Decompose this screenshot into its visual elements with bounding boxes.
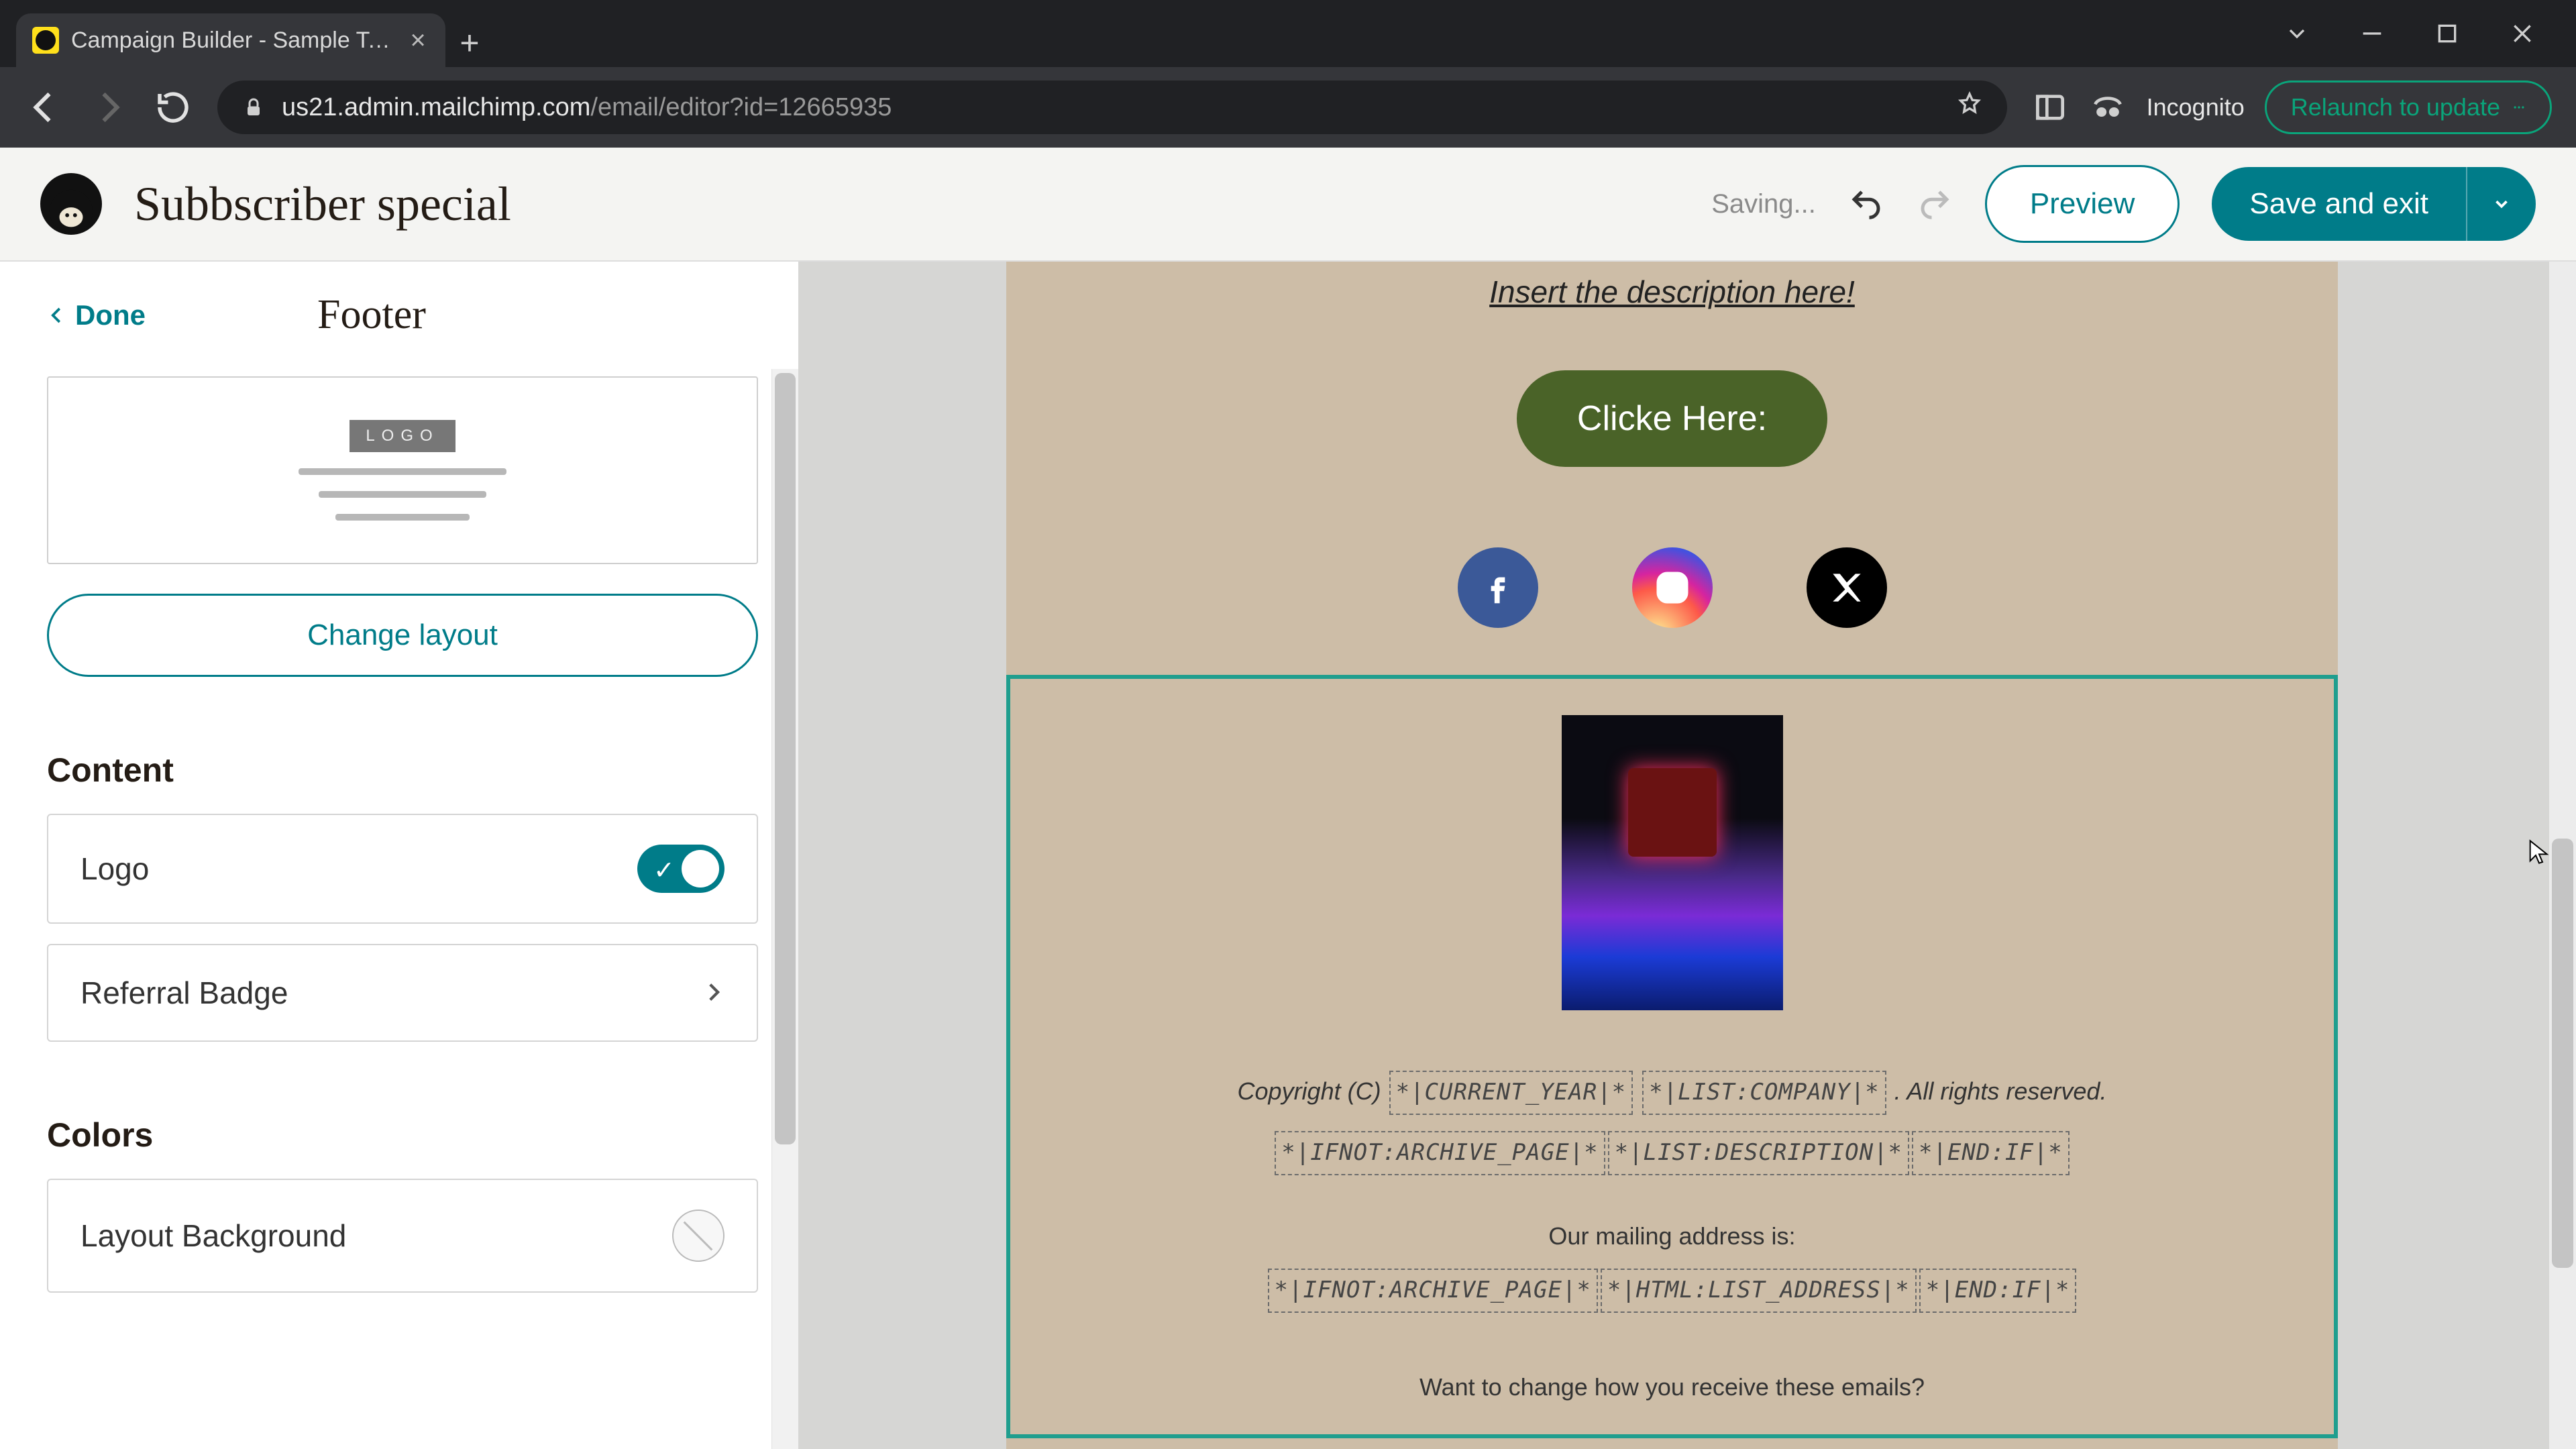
reload-button[interactable] (153, 87, 193, 127)
footer-logo-image[interactable] (1562, 715, 1783, 1010)
tab-title: Campaign Builder - Sample Tem (71, 28, 394, 54)
merge-tag-current-year[interactable]: *|CURRENT_YEAR|* (1389, 1071, 1633, 1115)
merge-tag-company[interactable]: *|LIST:COMPANY|* (1642, 1071, 1886, 1115)
merge-tag-endif-1[interactable]: *|END:IF|* (1912, 1131, 2070, 1175)
lock-icon (241, 95, 266, 119)
layout-bg-label: Layout Background (80, 1218, 346, 1254)
undo-button[interactable] (1848, 186, 1884, 222)
campaign-title[interactable]: Subbscriber special (134, 176, 511, 232)
colors-section-title: Colors (47, 1116, 758, 1155)
preview-button[interactable]: Preview (1985, 165, 2180, 243)
save-exit-dropdown-button[interactable] (2466, 167, 2536, 241)
back-button[interactable] (24, 87, 64, 127)
mailing-address-label: Our mailing address is: (1051, 1216, 2294, 1256)
mouse-cursor-icon (2526, 839, 2553, 865)
url-host: us21.admin.mailchimp.com (282, 93, 590, 121)
logo-toggle[interactable]: ✓ (637, 845, 724, 893)
email-description[interactable]: Insert the description here! (1006, 262, 2338, 310)
extensions-icon[interactable] (2031, 89, 2069, 126)
sidebar-scrollbar[interactable] (771, 369, 798, 1449)
window-maximize-icon[interactable] (2434, 20, 2461, 47)
browser-tab[interactable]: Campaign Builder - Sample Tem × (16, 13, 445, 67)
change-emails-question: Want to change how you receive these ema… (1051, 1366, 2294, 1407)
tab-search-icon[interactable] (2284, 20, 2310, 47)
canvas-scrollbar[interactable] (2549, 262, 2576, 1449)
merge-tag-list-description[interactable]: *|LIST:DESCRIPTION|* (1608, 1131, 1909, 1175)
browser-tab-strip: Campaign Builder - Sample Tem × + (0, 0, 2576, 67)
merge-tag-ifnot-2[interactable]: *|IFNOT:ARCHIVE_PAGE|* (1268, 1269, 1598, 1313)
save-and-exit-button[interactable]: Save and exit (2212, 167, 2466, 241)
mailchimp-favicon-icon (32, 27, 59, 54)
logo-row-label: Logo (80, 851, 149, 887)
redo-button[interactable] (1917, 186, 1953, 222)
instagram-icon[interactable] (1632, 547, 1713, 628)
email-canvas: Insert the description here! Clicke Here… (798, 262, 2576, 1449)
referral-row-label: Referral Badge (80, 975, 288, 1011)
new-tab-button[interactable]: + (445, 19, 494, 67)
x-twitter-icon[interactable] (1807, 547, 1887, 628)
window-minimize-icon[interactable] (2359, 20, 2385, 47)
change-layout-button[interactable]: Change layout (47, 594, 758, 677)
rights-reserved: . All rights reserved. (1894, 1077, 2107, 1105)
email-body[interactable]: Insert the description here! Clicke Here… (1006, 262, 2338, 1449)
forward-button[interactable] (89, 87, 129, 127)
layout-logo-chip: LOGO (350, 420, 455, 452)
merge-tag-list-address[interactable]: *|HTML:LIST_ADDRESS|* (1601, 1269, 1917, 1313)
browser-toolbar: us21.admin.mailchimp.com/email/editor?id… (0, 67, 2576, 148)
incognito-label: Incognito (2147, 93, 2245, 121)
merge-tag-ifnot-1[interactable]: *|IFNOT:ARCHIVE_PAGE|* (1275, 1131, 1605, 1175)
address-bar[interactable]: us21.admin.mailchimp.com/email/editor?id… (217, 80, 2007, 134)
content-section-title: Content (47, 751, 758, 790)
email-footer-block[interactable]: Copyright (C) *|CURRENT_YEAR|* *|LIST:CO… (1006, 675, 2338, 1438)
copyright-prefix: Copyright (C) (1238, 1077, 1381, 1105)
social-icons-row (1006, 547, 2338, 628)
incognito-icon (2089, 89, 2127, 126)
relaunch-label: Relaunch to update (2291, 93, 2500, 121)
bookmark-star-icon[interactable] (1956, 91, 1983, 124)
facebook-icon[interactable] (1458, 547, 1538, 628)
logo-toggle-row[interactable]: Logo ✓ (47, 814, 758, 924)
relaunch-to-update-button[interactable]: Relaunch to update (2265, 80, 2552, 134)
app-header: Subbscriber special Saving... Preview Sa… (0, 148, 2576, 262)
done-button[interactable]: Done (47, 299, 146, 331)
merge-tag-endif-2[interactable]: *|END:IF|* (1919, 1269, 2077, 1313)
none-color-swatch-icon[interactable] (672, 1210, 724, 1262)
email-cta-button[interactable]: Clicke Here: (1517, 370, 1827, 467)
editor-sidebar: Done Footer LOGO Change layout Content L… (0, 262, 798, 1449)
window-close-icon[interactable] (2509, 20, 2536, 47)
mailchimp-logo-icon[interactable] (40, 173, 102, 235)
done-label: Done (75, 299, 146, 331)
panel-title: Footer (317, 291, 426, 339)
referral-badge-row[interactable]: Referral Badge (47, 944, 758, 1042)
url-path: /email/editor?id=12665935 (590, 93, 892, 121)
saving-status: Saving... (1711, 189, 1816, 219)
chevron-right-icon (702, 975, 724, 1011)
layout-background-row[interactable]: Layout Background (47, 1179, 758, 1293)
layout-preview: LOGO (47, 376, 758, 564)
close-icon[interactable]: × (407, 29, 429, 52)
